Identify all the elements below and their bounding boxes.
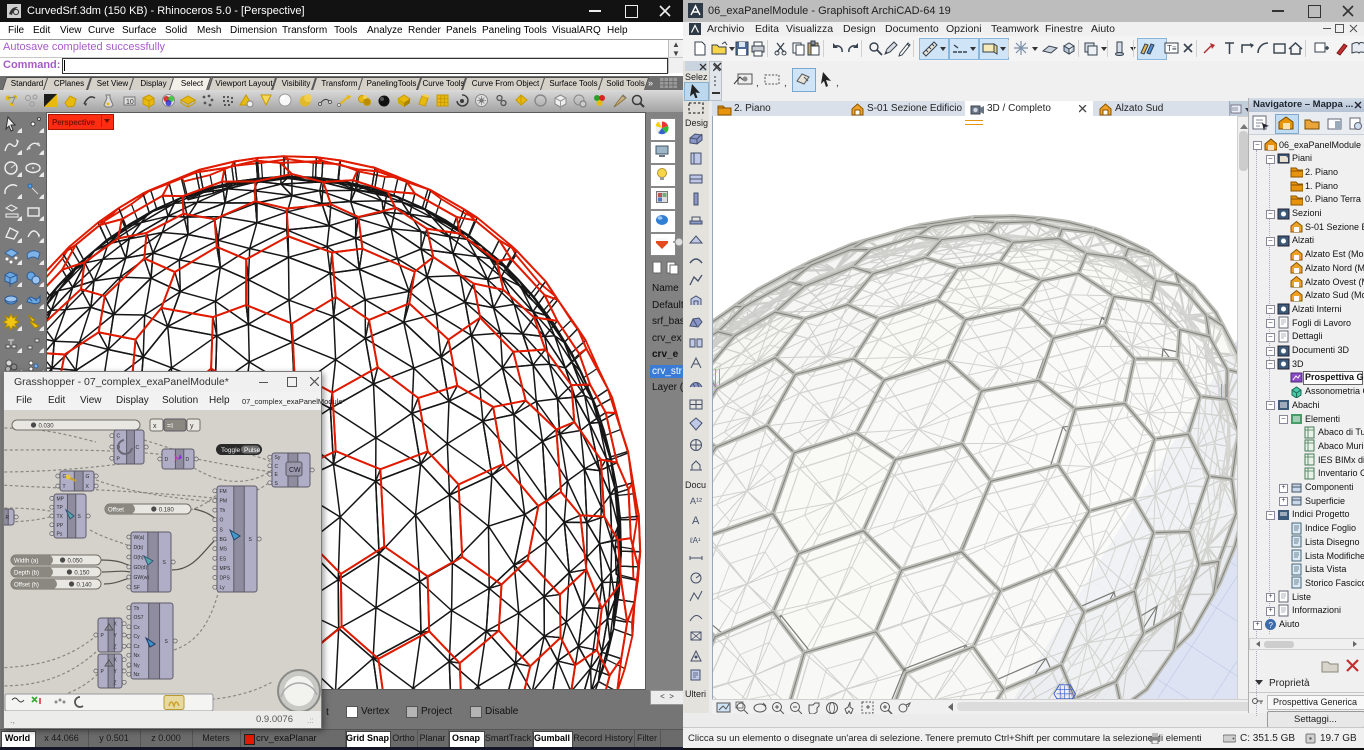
svg-text:?: ? xyxy=(1269,621,1274,630)
svg-text:D: D xyxy=(186,457,190,463)
svg-text:0.050: 0.050 xyxy=(68,559,84,565)
svg-text:C: C xyxy=(275,464,279,470)
svg-text:FM: FM xyxy=(220,489,227,495)
svg-text:C: C xyxy=(117,434,121,440)
svg-text:Pulse: Pulse xyxy=(244,447,261,454)
svg-text:Width (a): Width (a) xyxy=(14,559,38,565)
svg-text:0.180: 0.180 xyxy=(159,508,175,514)
svg-text:MP: MP xyxy=(57,496,65,502)
svg-text:PM: PM xyxy=(220,499,228,505)
svg-text:D(b): D(b) xyxy=(134,545,144,551)
svg-text:10: 10 xyxy=(126,99,134,106)
svg-text:Ny: Ny xyxy=(134,663,141,669)
svg-text:C: C xyxy=(136,445,140,451)
svg-text:0.140: 0.140 xyxy=(77,583,93,589)
svg-text:y: y xyxy=(190,423,194,430)
svg-text:Cy: Cy xyxy=(134,634,141,640)
svg-text:A¹²: A¹² xyxy=(690,496,702,506)
svg-text:OS7: OS7 xyxy=(134,615,144,621)
svg-text:ES: ES xyxy=(220,556,227,562)
svg-text:SF: SF xyxy=(134,585,140,591)
svg-text:CW: CW xyxy=(289,467,301,474)
svg-text:Depth (b): Depth (b) xyxy=(14,571,39,577)
svg-text:A: A xyxy=(692,515,700,527)
svg-text:GD(d): GD(d) xyxy=(134,565,148,571)
svg-text:O: O xyxy=(220,518,224,524)
svg-text:MS: MS xyxy=(220,547,228,553)
svg-text:TP: TP xyxy=(57,505,64,511)
svg-text:Nz: Nz xyxy=(134,672,141,678)
svg-text:T≡: T≡ xyxy=(1167,44,1177,53)
svg-text:DPS: DPS xyxy=(220,576,231,582)
svg-text:TX: TX xyxy=(57,514,64,520)
svg-text:0.150: 0.150 xyxy=(74,571,90,577)
svg-text:G: G xyxy=(86,474,90,480)
svg-text:ℓA¹: ℓA¹ xyxy=(689,536,701,545)
svg-text:Cx: Cx xyxy=(134,625,141,631)
svg-text:=I: =I xyxy=(167,423,173,430)
svg-text:Ps: Ps xyxy=(57,532,63,538)
svg-text:Offset (h): Offset (h) xyxy=(14,583,39,589)
svg-text:Th: Th xyxy=(220,508,226,514)
svg-text:x: x xyxy=(153,423,157,430)
svg-text:BG: BG xyxy=(220,537,227,543)
svg-text:O(h): O(h) xyxy=(134,555,144,561)
svg-text:W(a): W(a) xyxy=(134,535,145,541)
svg-text:D: D xyxy=(165,457,169,463)
svg-text:Ly: Ly xyxy=(220,585,226,591)
svg-text:Z: Z xyxy=(114,644,117,650)
svg-text:PP: PP xyxy=(57,523,64,529)
svg-text:Nx: Nx xyxy=(134,653,141,659)
svg-text:0.030: 0.030 xyxy=(39,424,55,430)
svg-text:GW(w): GW(w) xyxy=(134,575,150,581)
svg-text:Sy: Sy xyxy=(275,455,281,461)
svg-text:Offset: Offset xyxy=(108,508,124,514)
svg-text:Z: Z xyxy=(114,680,117,686)
svg-text:Cz: Cz xyxy=(134,644,141,650)
svg-text:T: T xyxy=(63,484,66,490)
svg-text:MPS: MPS xyxy=(220,566,232,572)
svg-text:Toggle: Toggle xyxy=(221,447,241,454)
svg-text:R: R xyxy=(6,515,10,521)
svg-text:Th: Th xyxy=(134,606,140,612)
